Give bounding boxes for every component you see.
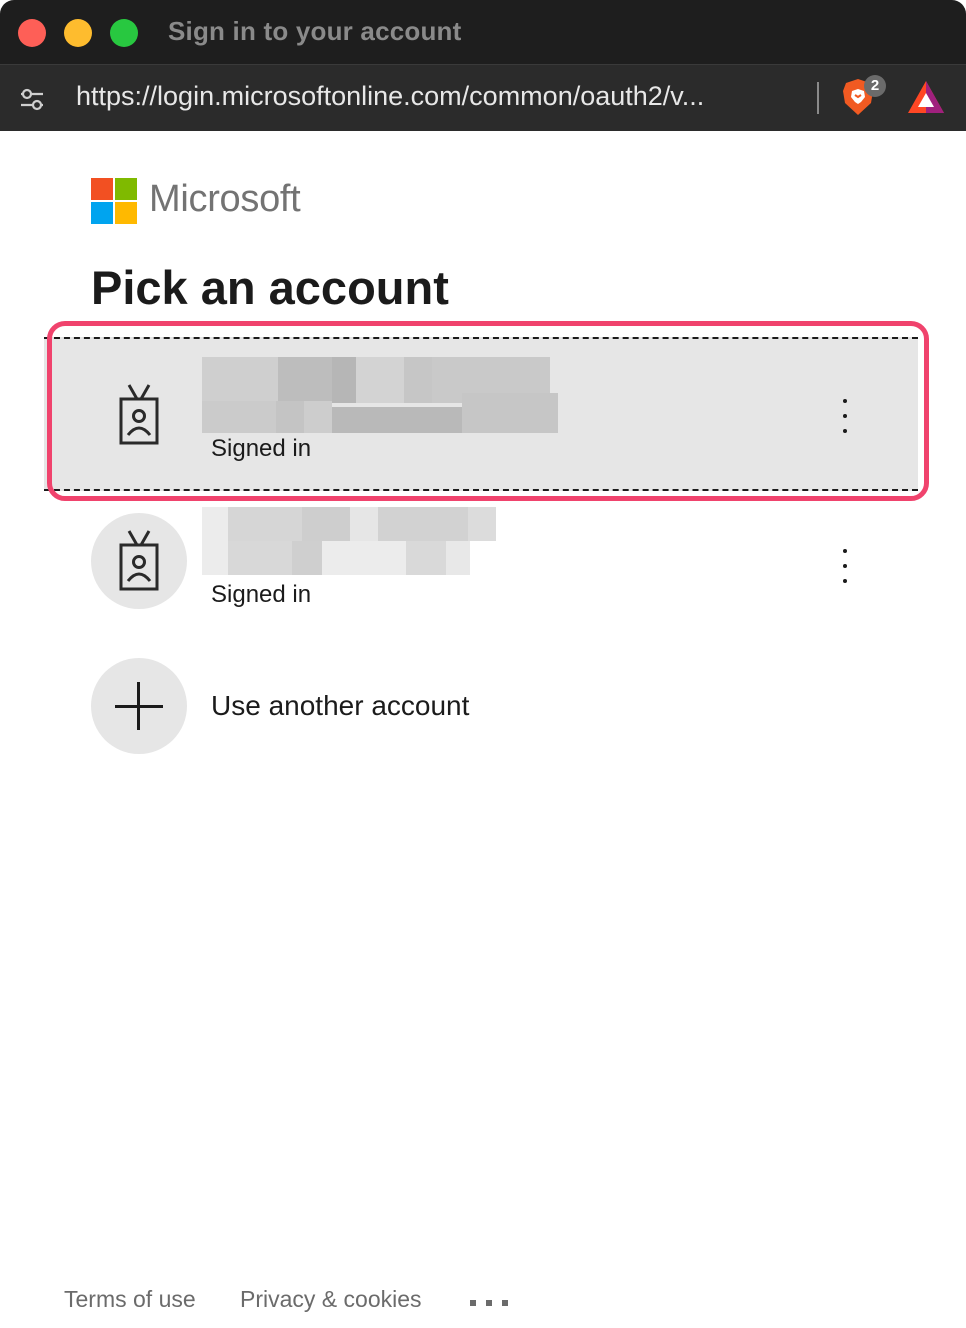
more-footer-options-icon[interactable] <box>470 1300 510 1306</box>
shields-count-badge: 2 <box>864 75 886 97</box>
browser-window: Sign in to your account https://login.mi… <box>0 0 966 1328</box>
brand-name: Microsoft <box>149 178 301 220</box>
account-tile[interactable]: Signed in <box>44 337 918 491</box>
minimize-window-button[interactable] <box>64 19 92 47</box>
account-tile[interactable]: Signed in <box>44 505 918 655</box>
zoom-window-button[interactable] <box>110 19 138 47</box>
badge-person-icon <box>119 384 159 445</box>
badge-person-icon <box>119 530 159 591</box>
site-settings-icon[interactable] <box>18 85 46 113</box>
use-another-account-label: Use another account <box>211 690 470 721</box>
more-options-icon[interactable] <box>832 391 858 441</box>
account-status: Signed in <box>211 435 312 462</box>
account-status: Signed in <box>211 581 312 608</box>
address-bar: https://login.microsoftonline.com/common… <box>0 64 966 131</box>
use-another-account-button[interactable]: Use another account <box>91 658 791 754</box>
url-divider <box>817 82 819 114</box>
microsoft-logo-icon <box>91 178 137 224</box>
plus-icon <box>91 658 187 754</box>
url-field[interactable]: https://login.microsoftonline.com/common… <box>76 81 704 112</box>
close-window-button[interactable] <box>18 19 46 47</box>
title-bar: Sign in to your account <box>0 0 966 64</box>
account-avatar <box>91 367 187 463</box>
more-options-icon[interactable] <box>832 541 858 591</box>
brave-rewards-icon[interactable] <box>906 79 946 115</box>
window-title: Sign in to your account <box>168 16 462 46</box>
privacy-cookies-link[interactable]: Privacy & cookies <box>240 1286 422 1313</box>
page-title: Pick an account <box>91 261 449 314</box>
terms-of-use-link[interactable]: Terms of use <box>64 1286 196 1313</box>
account-avatar <box>91 513 187 609</box>
